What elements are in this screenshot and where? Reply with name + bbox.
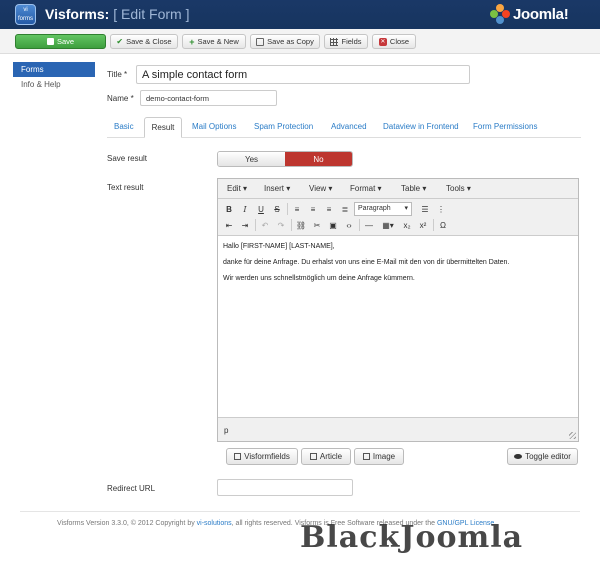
page-title: Visforms: [ Edit Form ] <box>45 6 189 22</box>
name-label: Name * <box>107 94 134 103</box>
joomla-icon <box>490 4 510 24</box>
undo-icon[interactable]: ↶ <box>258 218 272 232</box>
resize-handle-icon[interactable] <box>569 432 576 439</box>
content-line: danke für deine Anfrage. Du erhalst von … <box>223 259 510 266</box>
superscript-icon[interactable]: x² <box>416 218 430 232</box>
joomla-wordmark: Joomla! <box>513 5 569 23</box>
numbered-list-icon[interactable]: ⋮ <box>434 202 448 216</box>
eye-icon <box>514 454 523 459</box>
toolbar: Save ✔ Save & Close + Save & New Save as… <box>0 29 600 54</box>
rich-text-editor: Edit ▾ Insert ▾ View ▾ Format ▾ Table ▾ … <box>217 178 579 442</box>
tab-basic[interactable]: Basic <box>114 117 134 138</box>
joomla-logo: Joomla! <box>490 3 569 25</box>
format-select[interactable]: Paragraph ▾ <box>354 202 412 216</box>
menu-insert[interactable]: Insert ▾ <box>264 184 290 193</box>
visforms-logo: vi forms <box>15 4 36 25</box>
watermark: BlackJoomla <box>300 520 524 555</box>
image-icon[interactable]: ▣ <box>326 218 340 232</box>
redirect-url-label: Redirect URL <box>107 484 156 493</box>
fields-button[interactable]: Fields <box>324 34 368 49</box>
sidebar-item-forms[interactable]: Forms <box>13 62 95 77</box>
save-result-toggle: Yes No <box>217 151 353 167</box>
close-icon: ✕ <box>378 37 387 46</box>
chevron-down-icon: ▾ <box>404 205 408 212</box>
element-path: p <box>224 426 229 435</box>
visformfields-button[interactable]: Visformfields <box>226 448 298 465</box>
align-right-icon[interactable]: ≡ <box>322 202 336 216</box>
save-close-button[interactable]: ✔ Save & Close <box>110 34 178 49</box>
tab-bar: Basic Result Mail Options Spam Protectio… <box>107 117 581 138</box>
sidebar-item-info-help[interactable]: Info & Help <box>13 77 95 92</box>
tab-result[interactable]: Result <box>144 117 182 138</box>
tab-dataview-frontend[interactable]: Dataview in Frontend <box>383 117 459 138</box>
link-icon[interactable]: ⛓ <box>294 218 308 232</box>
save-result-no[interactable]: No <box>285 152 352 166</box>
menu-table[interactable]: Table ▾ <box>401 184 426 193</box>
menu-format[interactable]: Format ▾ <box>350 184 382 193</box>
underline-icon[interactable]: U <box>254 202 268 216</box>
editor-menubar: Edit ▾ Insert ▾ View ▾ Format ▾ Table ▾ … <box>218 179 578 199</box>
align-left-icon[interactable]: ≡ <box>290 202 304 216</box>
horizontal-rule-icon[interactable]: — <box>362 218 376 232</box>
sidebar: Forms Info & Help <box>13 62 95 92</box>
menu-view[interactable]: View ▾ <box>309 184 332 193</box>
tab-spam-protection[interactable]: Spam Protection <box>254 117 313 138</box>
copy-icon <box>256 37 265 46</box>
bullet-list-icon[interactable]: ☰ <box>418 202 432 216</box>
outdent-icon[interactable]: ⇤ <box>222 218 236 232</box>
close-button[interactable]: ✕ Close <box>372 34 416 49</box>
check-icon: ✔ <box>116 37 124 46</box>
indent-icon[interactable]: ⇥ <box>238 218 252 232</box>
menu-tools[interactable]: Tools ▾ <box>446 184 471 193</box>
redirect-url-input[interactable] <box>217 479 353 496</box>
plus-icon: + <box>189 36 195 47</box>
italic-icon[interactable]: I <box>238 202 252 216</box>
article-button[interactable]: Article <box>301 448 351 465</box>
tab-advanced[interactable]: Advanced <box>331 117 367 138</box>
save-result-yes[interactable]: Yes <box>218 152 285 166</box>
tab-form-permissions[interactable]: Form Permissions <box>473 117 537 138</box>
tab-mail-options[interactable]: Mail Options <box>192 117 236 138</box>
app-header: vi forms Visforms: [ Edit Form ] Joomla! <box>0 0 600 29</box>
content-line: Hallo [FIRST-NAME] [LAST-NAME], <box>223 243 335 250</box>
title-label: Title * <box>107 70 128 79</box>
code-icon[interactable]: ‹› <box>342 218 356 232</box>
toggle-editor-button[interactable]: Toggle editor <box>507 448 578 465</box>
app-name: Visforms: <box>45 6 110 22</box>
bold-icon[interactable]: B <box>222 202 236 216</box>
menu-edit[interactable]: Edit ▾ <box>227 184 247 193</box>
image-button[interactable]: Image <box>354 448 404 465</box>
grid-icon <box>330 37 339 46</box>
save-copy-button[interactable]: Save as Copy <box>250 34 320 49</box>
save-new-button[interactable]: + Save & New <box>182 34 246 49</box>
picture-icon <box>362 453 370 460</box>
save-button[interactable]: Save <box>15 34 106 49</box>
align-justify-icon[interactable]: ≣ <box>338 202 352 216</box>
content-line: Wir werden uns schnellstmöglich um deine… <box>223 275 415 282</box>
text-result-label: Text result <box>107 183 144 192</box>
unlink-icon[interactable]: ✂ <box>310 218 324 232</box>
redo-icon[interactable]: ↷ <box>274 218 288 232</box>
vi-solutions-link[interactable]: vi-solutions <box>197 520 232 527</box>
subscript-icon[interactable]: x₂ <box>400 218 414 232</box>
footer-divider <box>20 511 580 512</box>
align-center-icon[interactable]: ≡ <box>306 202 320 216</box>
special-char-icon[interactable]: Ω <box>436 218 450 232</box>
name-input[interactable]: demo-contact-form <box>140 90 277 106</box>
title-input[interactable]: A simple contact form <box>136 65 470 84</box>
strikethrough-icon[interactable]: S <box>270 202 284 216</box>
page-subtitle: [ Edit Form ] <box>113 6 190 22</box>
document-icon <box>234 453 242 460</box>
editor-content[interactable]: Hallo [FIRST-NAME] [LAST-NAME], danke fü… <box>218 235 578 418</box>
table-icon[interactable]: ▦▾ <box>378 218 398 232</box>
article-icon <box>309 453 317 460</box>
edit-icon <box>46 38 54 45</box>
save-result-label: Save result <box>107 154 148 163</box>
